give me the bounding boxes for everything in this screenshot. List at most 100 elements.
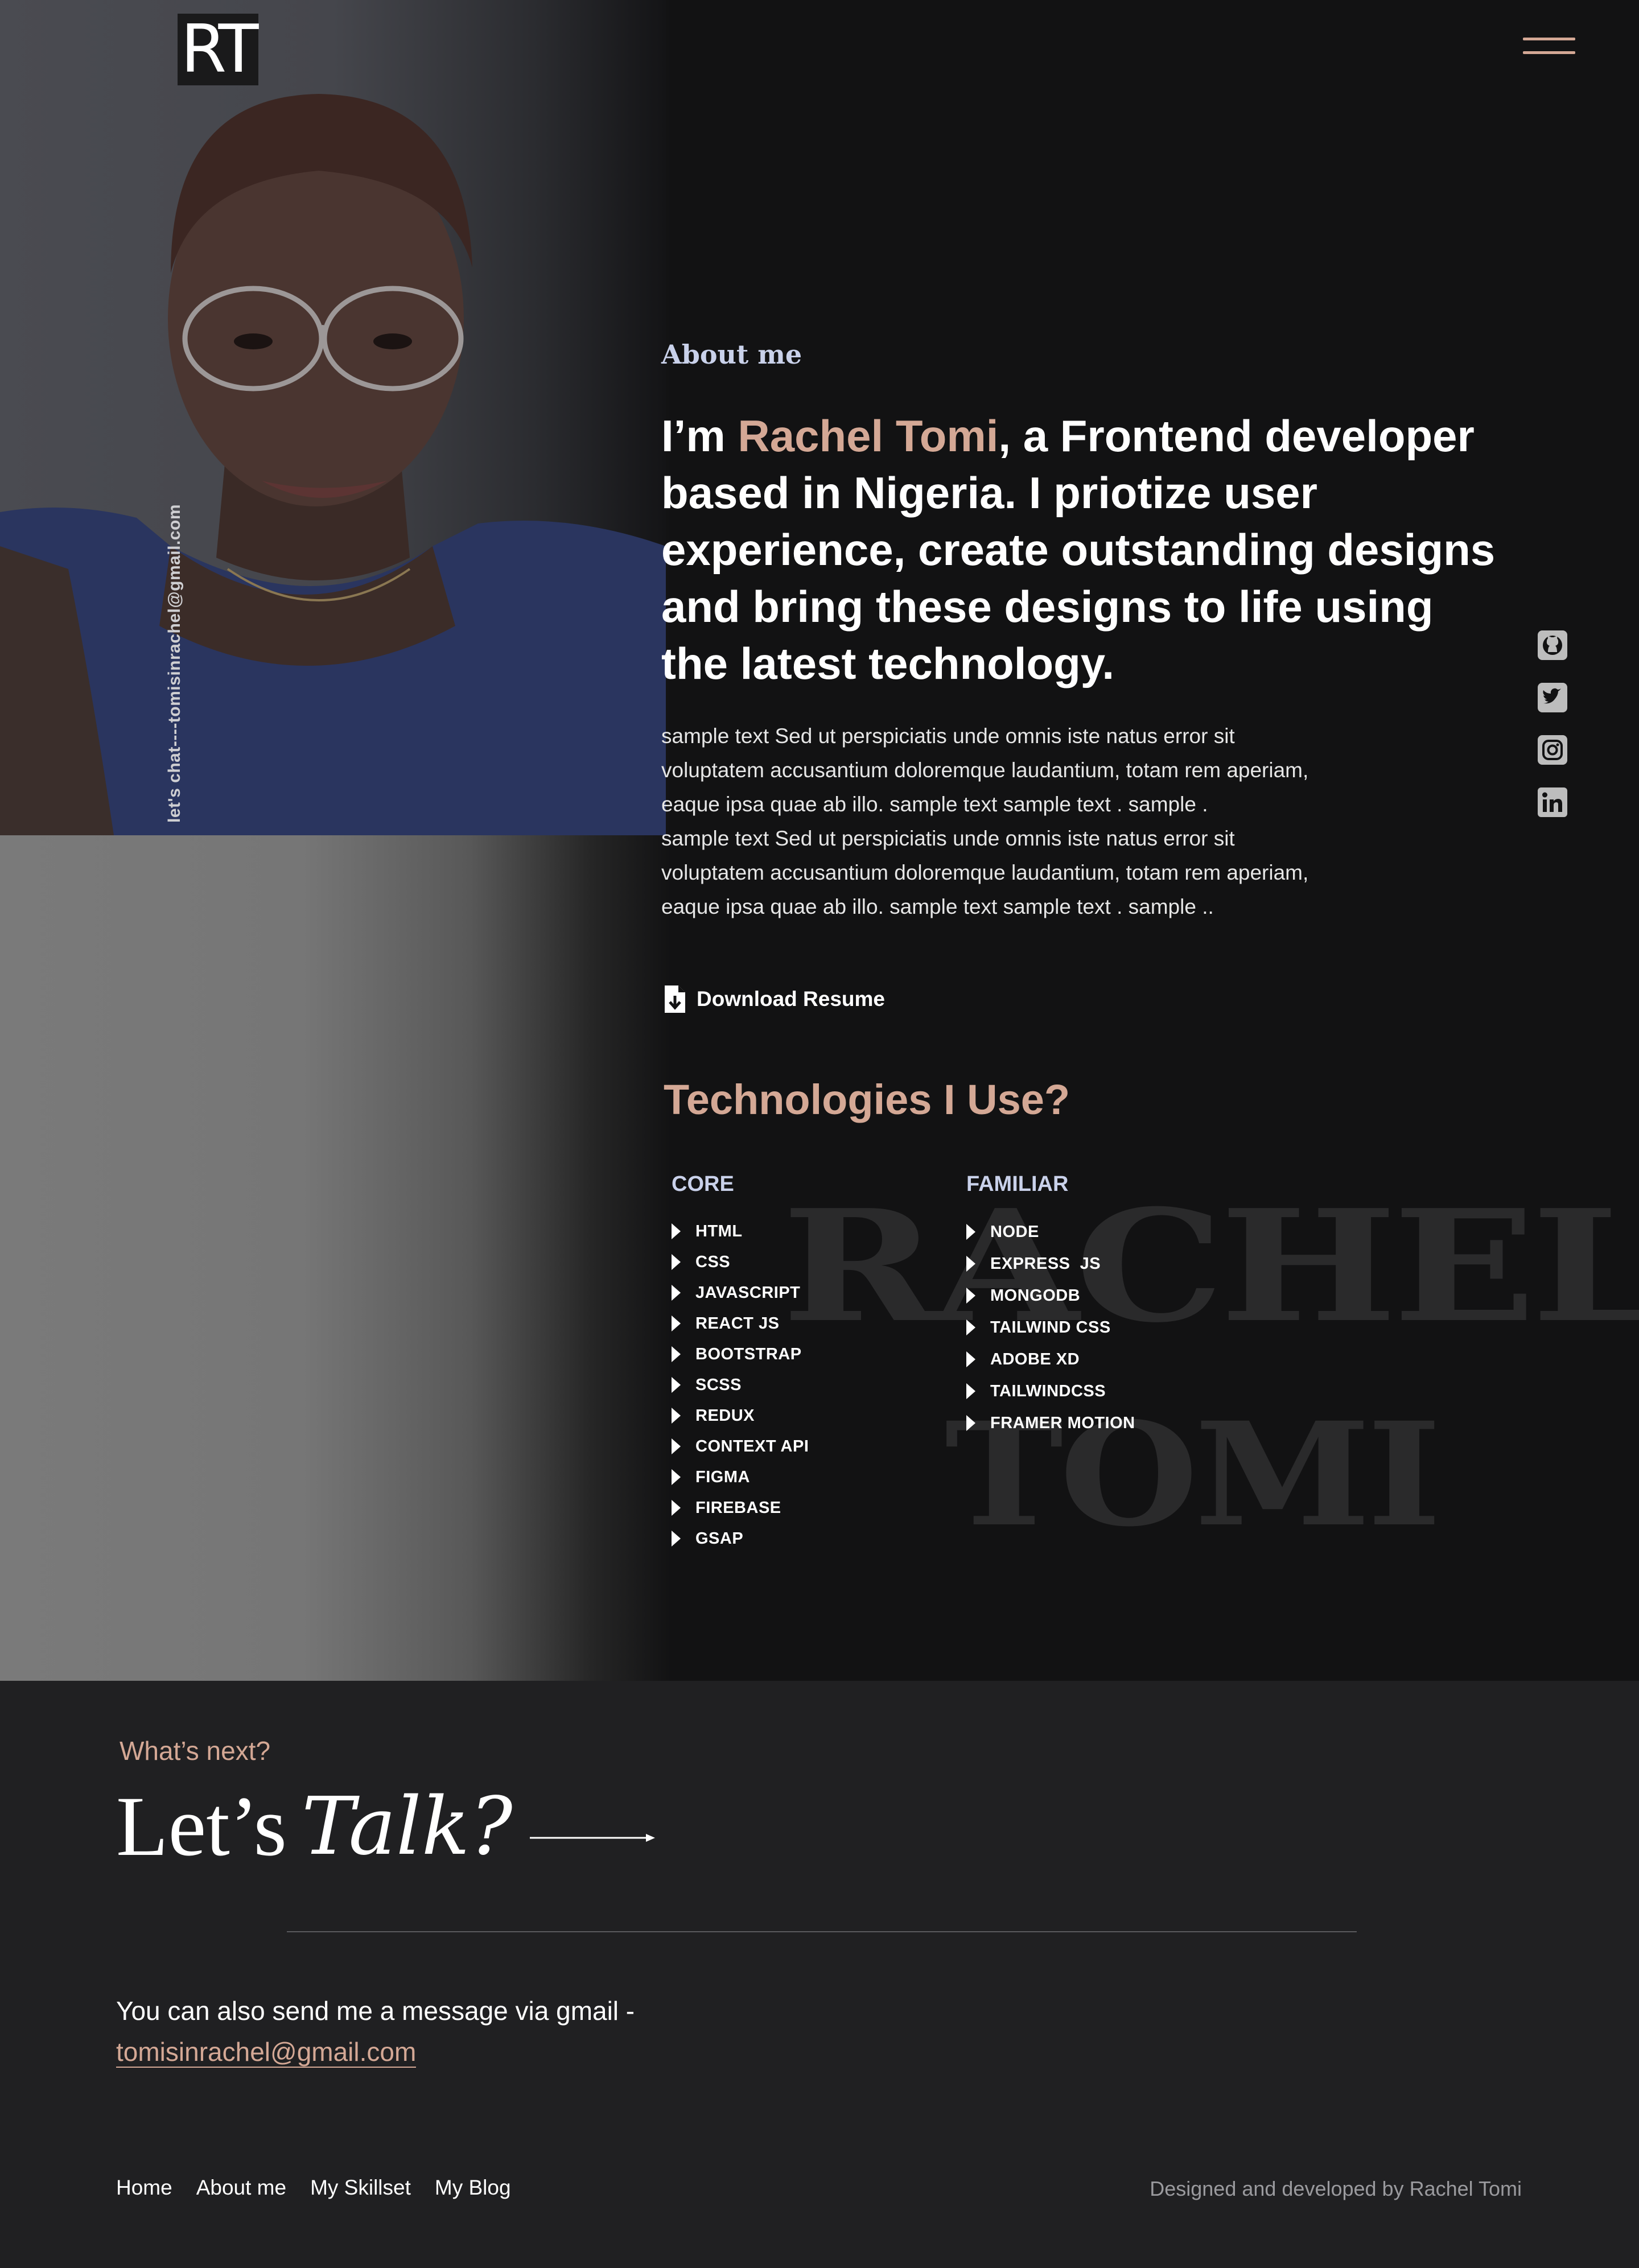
photo-column bbox=[0, 0, 672, 1681]
tech-item-label: EXPRESS JS bbox=[990, 1254, 1101, 1273]
side-contact-email[interactable]: let's chat----tomisinrachel@gmail.com bbox=[165, 504, 184, 823]
contact-message: You can also send me a message via gmail… bbox=[116, 1990, 913, 2072]
tech-item: SCSS bbox=[672, 1370, 809, 1400]
bio-line: eaque ipsa quae ab illo. sample text sam… bbox=[661, 793, 1208, 816]
instagram-icon[interactable] bbox=[1537, 734, 1568, 766]
bio-line: sample text Sed ut perspiciatis unde omn… bbox=[661, 724, 1235, 748]
caret-right-icon bbox=[672, 1500, 681, 1516]
footer-nav-home[interactable]: Home bbox=[116, 2176, 172, 2200]
intro-name: Rachel Tomi bbox=[738, 411, 999, 461]
file-download-icon bbox=[665, 985, 685, 1013]
footer-nav-skillset[interactable]: My Skillset bbox=[310, 2176, 411, 2200]
technologies-heading: Technologies I Use? bbox=[664, 1076, 1070, 1123]
tech-item: FRAMER MOTION bbox=[966, 1407, 1135, 1439]
core-heading: CORE bbox=[672, 1172, 734, 1196]
caret-right-icon bbox=[672, 1438, 681, 1454]
hamburger-menu-button[interactable] bbox=[1523, 38, 1575, 57]
tech-item-label: REACT JS bbox=[695, 1314, 780, 1333]
github-icon[interactable] bbox=[1537, 629, 1568, 661]
familiar-heading: FAMILIAR bbox=[966, 1172, 1069, 1196]
tech-item-label: CSS bbox=[695, 1252, 731, 1271]
linkedin-icon[interactable] bbox=[1537, 786, 1568, 818]
tech-item: JAVASCRIPT bbox=[672, 1277, 809, 1308]
tech-item: NODE bbox=[966, 1216, 1135, 1248]
tech-item-label: ADOBE XD bbox=[990, 1350, 1080, 1368]
social-links bbox=[1537, 629, 1571, 839]
tech-item-label: FIGMA bbox=[695, 1467, 750, 1486]
talk-word: Talk? bbox=[301, 1780, 513, 1873]
caret-right-icon bbox=[672, 1285, 681, 1301]
caret-right-icon bbox=[966, 1351, 975, 1367]
tech-item: REACT JS bbox=[672, 1308, 809, 1339]
caret-right-icon bbox=[966, 1319, 975, 1335]
download-resume-label: Download Resume bbox=[697, 987, 885, 1011]
bio-line: voluptatem accusantium doloremque laudan… bbox=[661, 758, 1309, 782]
footer-nav: Home About me My Skillset My Blog bbox=[116, 2176, 535, 2200]
tech-item: EXPRESS JS bbox=[966, 1248, 1135, 1280]
caret-right-icon bbox=[966, 1256, 975, 1272]
tech-item: REDUX bbox=[672, 1400, 809, 1431]
contact-message-text: You can also send me a message via gmail… bbox=[116, 1996, 635, 2026]
tech-item-label: FIREBASE bbox=[695, 1498, 781, 1517]
tech-item-label: NODE bbox=[990, 1222, 1039, 1241]
contact-email-link[interactable]: tomisinrachel@gmail.com bbox=[116, 2037, 417, 2068]
tech-item-label: JAVASCRIPT bbox=[695, 1283, 801, 1302]
lets-talk-link[interactable]: Let’s Talk? bbox=[116, 1778, 656, 1875]
caret-right-icon bbox=[672, 1316, 681, 1331]
caret-right-icon bbox=[966, 1288, 975, 1304]
familiar-tech-column: FAMILIAR NODE EXPRESS JS MONGODB TAILWIN… bbox=[966, 1172, 1135, 1439]
tech-item-label: CONTEXT API bbox=[695, 1437, 809, 1455]
caret-right-icon bbox=[672, 1254, 681, 1270]
caret-right-icon bbox=[672, 1469, 681, 1485]
twitter-icon[interactable] bbox=[1537, 682, 1568, 714]
tech-item-label: MONGODB bbox=[990, 1286, 1081, 1305]
tech-item: ADOBE XD bbox=[966, 1343, 1135, 1375]
intro-prefix: I’m bbox=[661, 411, 738, 461]
footer-nav-blog[interactable]: My Blog bbox=[435, 2176, 511, 2200]
tech-item: MONGODB bbox=[966, 1280, 1135, 1312]
portrait-photo bbox=[0, 0, 666, 835]
logo[interactable]: RT bbox=[178, 14, 259, 85]
familiar-tech-list: NODE EXPRESS JS MONGODB TAILWIND CSS ADO… bbox=[966, 1216, 1135, 1439]
bio-paragraph: sample text Sed ut perspiciatis unde omn… bbox=[661, 719, 1435, 924]
bio-line: eaque ipsa quae ab illo. sample text sam… bbox=[661, 895, 1214, 918]
hamburger-icon-bar bbox=[1523, 51, 1575, 54]
tech-item-label: BOOTSTRAP bbox=[695, 1345, 802, 1363]
caret-right-icon bbox=[672, 1346, 681, 1362]
about-me-label: About me bbox=[661, 339, 802, 370]
hamburger-icon bbox=[1523, 38, 1575, 40]
tech-item: TAILWIND CSS bbox=[966, 1312, 1135, 1343]
tech-item: HTML bbox=[672, 1216, 809, 1247]
caret-right-icon bbox=[672, 1408, 681, 1424]
section-divider bbox=[287, 1931, 1357, 1932]
tech-item-label: TAILWINDCSS bbox=[990, 1382, 1106, 1400]
caret-right-icon bbox=[672, 1377, 681, 1393]
contact-footer-section: What’s next? Let’s Talk? You can also se… bbox=[0, 1681, 1639, 2268]
tech-item-label: REDUX bbox=[695, 1406, 755, 1425]
caret-right-icon bbox=[966, 1383, 975, 1399]
tech-item-label: GSAP bbox=[695, 1529, 744, 1548]
tech-item-label: FRAMER MOTION bbox=[990, 1413, 1135, 1432]
arrow-right-icon bbox=[529, 1834, 655, 1842]
core-tech-list: HTML CSS JAVASCRIPT REACT JS BOOTSTRAP S… bbox=[672, 1216, 809, 1554]
caret-right-icon bbox=[966, 1224, 975, 1240]
tech-item: FIGMA bbox=[672, 1462, 809, 1492]
footer-credit: Designed and developed by Rachel Tomi bbox=[1150, 2177, 1522, 2200]
tech-item: FIREBASE bbox=[672, 1492, 809, 1523]
caret-right-icon bbox=[672, 1531, 681, 1547]
core-tech-column: CORE HTML CSS JAVASCRIPT REACT JS BOOTST… bbox=[672, 1172, 809, 1554]
caret-right-icon bbox=[672, 1223, 681, 1239]
footer-nav-about[interactable]: About me bbox=[196, 2176, 286, 2200]
intro-heading: I’m Rachel Tomi, a Frontend developer ba… bbox=[661, 407, 1504, 692]
bio-line: sample text Sed ut perspiciatis unde omn… bbox=[661, 827, 1235, 850]
whats-next-label: What’s next? bbox=[120, 1736, 271, 1766]
tech-item: CONTEXT API bbox=[672, 1431, 809, 1462]
tech-item: BOOTSTRAP bbox=[672, 1339, 809, 1370]
tech-item-label: TAILWIND CSS bbox=[990, 1318, 1111, 1337]
lets-word: Let’s bbox=[116, 1779, 287, 1874]
tech-item-label: SCSS bbox=[695, 1375, 742, 1394]
about-section: RT let's chat----tomisinrachel@gmail.com… bbox=[0, 0, 1639, 1681]
name-watermark-first: RACHEL bbox=[782, 1176, 1639, 1356]
download-resume-button[interactable]: Download Resume bbox=[664, 984, 885, 1014]
caret-right-icon bbox=[966, 1415, 975, 1431]
